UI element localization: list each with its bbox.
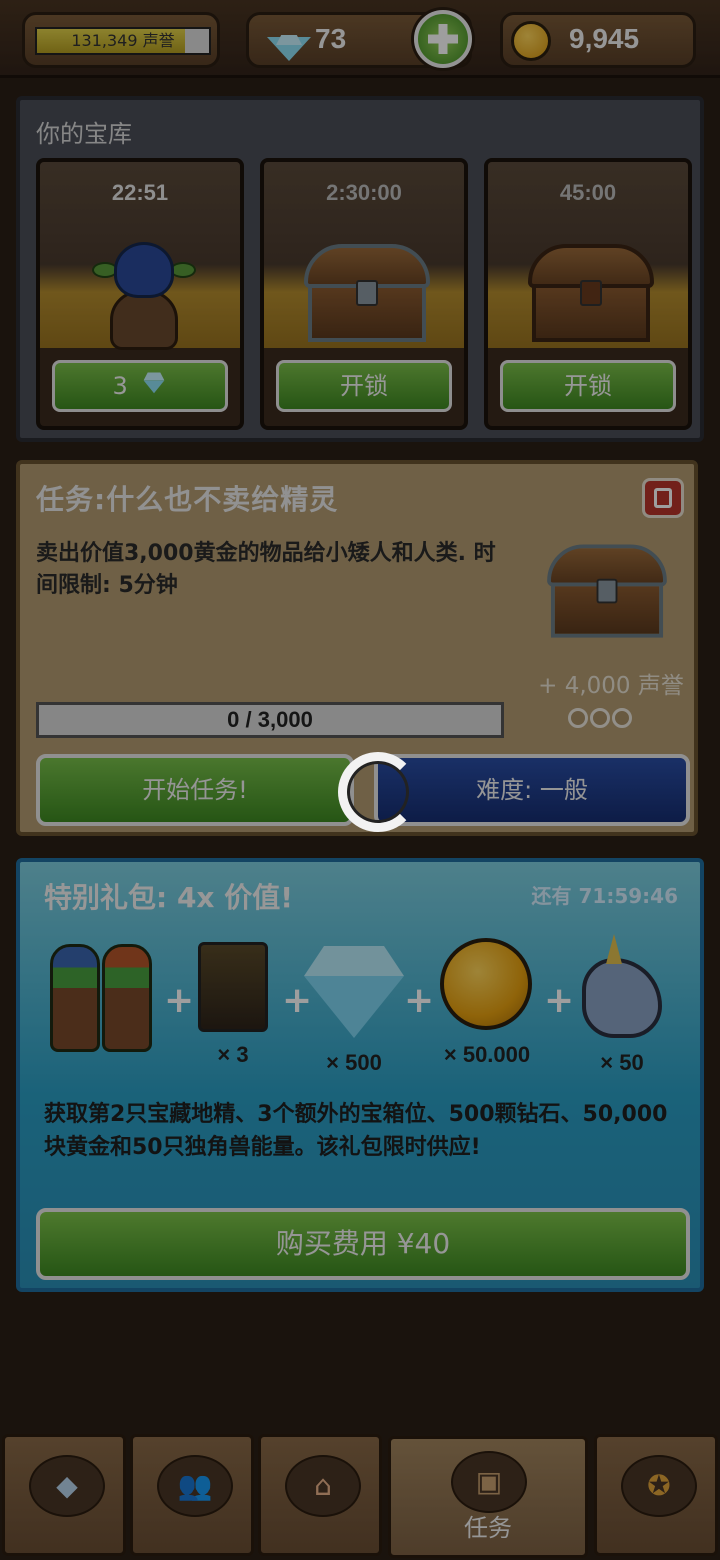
quest-title: 任务:什么也不卖给精灵 — [36, 483, 339, 516]
item-quantity: × 50.000 — [443, 1042, 531, 1067]
goblin-chest-illustration — [92, 242, 196, 352]
difficulty-button[interactable]: 难度: 一般 — [374, 754, 690, 826]
tab-gems[interactable]: ◆ — [2, 1434, 126, 1556]
slot-timer: 22:51 — [111, 180, 169, 205]
quest-reward: + 4,000 声誉 — [538, 673, 684, 699]
quest-progress-text: 0 / 3,000 — [227, 707, 313, 732]
diamond-icon — [144, 368, 165, 405]
add-gems-button[interactable] — [414, 10, 472, 68]
start-quest-button[interactable]: 开始任务! — [36, 754, 354, 826]
difficulty-dots — [568, 708, 632, 728]
offer-item-card: × 3 — [198, 942, 268, 1067]
chest-icon: ▣ — [475, 1465, 503, 1498]
wooden-chest-icon — [528, 244, 654, 344]
offer-title: 特别礼包: 4x 价值! — [44, 881, 294, 914]
tab-shop[interactable]: ⌂ — [258, 1434, 382, 1556]
gold-coin-icon — [440, 938, 532, 1030]
diamond-icon: ◆ — [56, 1469, 78, 1502]
speed-up-button[interactable]: 3 — [52, 360, 228, 412]
unlock-button[interactable]: 开锁 — [276, 360, 452, 412]
reputation-text: 131,349 声誉 — [71, 31, 175, 50]
plus-sign: + — [164, 980, 195, 1021]
plus-sign: + — [544, 980, 575, 1021]
quest-list-button[interactable] — [642, 478, 684, 518]
tab-quests[interactable]: ▣ 任务 — [388, 1436, 588, 1558]
medal-icon: ✪ — [647, 1469, 671, 1502]
iron-chest-icon — [304, 244, 430, 344]
diamond-icon — [267, 37, 311, 61]
offer-timer: 还有 71:59:46 — [531, 884, 678, 908]
vault-slot-2[interactable]: 2:30:00 开锁 — [260, 158, 468, 430]
offer-item-diamond: × 500 — [304, 942, 404, 1075]
vault-panel: 你的宝库 22:51 3 2:30:00 开锁 45:00 开锁 — [16, 96, 704, 442]
gem-count: 73 — [315, 23, 347, 54]
gold-pill[interactable]: 9,945 — [500, 12, 696, 68]
gold-coin-icon — [511, 21, 551, 61]
item-quantity: × 50 — [600, 1050, 644, 1075]
people-icon: 👥 — [177, 1469, 213, 1502]
quest-description: 卖出价值3,000黄金的物品给小矮人和人类. 时间限制: 5分钟 — [36, 541, 496, 598]
vault-title: 你的宝库 — [36, 120, 132, 148]
offer-item-goblins — [46, 938, 158, 1056]
goblins-icon — [46, 938, 158, 1056]
chest-slot-card-icon — [198, 942, 268, 1032]
unicorn-icon — [582, 934, 662, 1038]
offer-item-unicorn: × 50 — [582, 934, 662, 1075]
top-bar: 131,349 声誉 73 9,945 — [0, 0, 720, 78]
unlock-button[interactable]: 开锁 — [500, 360, 676, 412]
plus-sign: + — [404, 980, 435, 1021]
item-quantity: × 500 — [326, 1050, 382, 1075]
special-offer-panel: 特别礼包: 4x 价值! 还有 71:59:46 + × 3 + × 500 +… — [16, 858, 704, 1292]
vault-slot-3[interactable]: 45:00 开锁 — [484, 158, 692, 430]
diamond-icon — [304, 976, 404, 1038]
item-quantity: × 3 — [217, 1042, 249, 1067]
offer-item-gold: × 50.000 — [440, 938, 532, 1067]
scroll-icon — [654, 488, 672, 508]
tab-quests-label: 任务 — [464, 1514, 512, 1542]
gold-count: 9,945 — [569, 23, 640, 54]
reputation-bar: 131,349 声誉 — [35, 27, 211, 55]
reward-chest-icon — [547, 544, 667, 640]
loading-spinner-icon — [338, 752, 418, 832]
tab-staff[interactable]: 👥 — [130, 1434, 254, 1556]
buy-offer-button[interactable]: 购买费用 ¥40 — [36, 1208, 690, 1280]
bottom-navigation: ◆ 👥 ⌂ ▣ 任务 ✪ — [0, 1430, 720, 1560]
quest-panel: 任务:什么也不卖给精灵 卖出价值3,000黄金的物品给小矮人和人类. 时间限制:… — [16, 460, 698, 836]
shop-icon: ⌂ — [314, 1469, 332, 1502]
vault-slot-1[interactable]: 22:51 3 — [36, 158, 244, 430]
slot-timer: 45:00 — [559, 180, 617, 205]
slot-timer: 2:30:00 — [326, 180, 402, 205]
speed-up-cost: 3 — [112, 372, 128, 400]
offer-description: 获取第2只宝藏地精、3个额外的宝箱位、500颗钻石、50,000块黄金和50只独… — [44, 1102, 668, 1160]
quest-progress-bar: 0 / 3,000 — [36, 702, 504, 738]
tab-achievements[interactable]: ✪ — [594, 1434, 718, 1556]
reputation-pill[interactable]: 131,349 声誉 — [22, 12, 220, 68]
